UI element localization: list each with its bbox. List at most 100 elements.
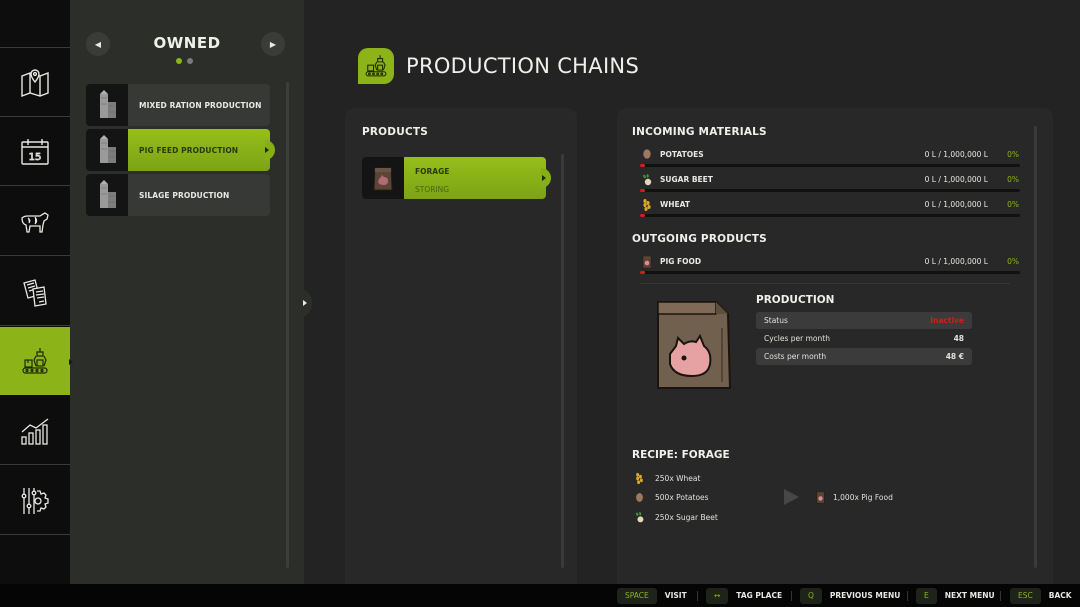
divider (640, 283, 1010, 284)
material-amount: 0 L / 1,000,000 L (924, 257, 988, 266)
product-state: STORING (415, 185, 450, 194)
recipe-output-pig-food: 1,000x Pig Food (814, 491, 893, 504)
products-scrollbar[interactable] (561, 154, 564, 568)
material-percent: 0% (1007, 257, 1019, 266)
svg-text:15: 15 (29, 152, 42, 163)
silo-icon (86, 84, 128, 126)
cycles-value: 48 (953, 334, 964, 343)
sugar-beet-icon (635, 511, 644, 523)
hint-label: NEXT MENU (944, 591, 995, 600)
info-label: Costs per month (764, 352, 827, 361)
material-amount: 0 L / 1,000,000 L (924, 200, 988, 209)
rail-item-calendar[interactable]: 15 (0, 118, 70, 186)
recipe-input-potatoes: 500x Potatoes (633, 491, 709, 504)
material-percent: 0% (1007, 175, 1019, 184)
selected-arrow-icon (265, 147, 269, 153)
fill-level-bar-fill (640, 214, 645, 217)
material-name: SUGAR BEET (660, 175, 713, 184)
documents-icon (23, 278, 47, 307)
silo-icon (86, 129, 128, 171)
page-indicator (176, 58, 193, 64)
incoming-heading: INCOMING MATERIALS (632, 126, 767, 138)
map-icon (21, 68, 49, 97)
list-item-silage[interactable]: SILAGE PRODUCTION (86, 174, 270, 216)
fill-level-bar (640, 189, 1020, 192)
fill-level-bar-fill (640, 164, 645, 167)
material-percent: 0% (1007, 200, 1019, 209)
page-dot-2[interactable] (187, 58, 193, 64)
list-item-label: SILAGE PRODUCTION (128, 174, 270, 216)
rail-item-animals[interactable] (0, 188, 70, 256)
costs-value: 48 € (945, 352, 964, 361)
recipe-input-label: 500x Potatoes (655, 493, 709, 502)
fill-level-bar-fill (640, 189, 645, 192)
hint-visit[interactable]: SPACE VISIT (617, 587, 687, 604)
silo-icon (86, 174, 128, 216)
products-heading: PRODUCTS (362, 126, 428, 138)
material-row-potatoes: POTATOES 0 L / 1,000,000 L 0% (640, 148, 1020, 170)
settings-icon (21, 487, 49, 514)
hint-label: BACK (1048, 591, 1072, 600)
rail-item-map[interactable] (0, 49, 70, 117)
status-value: Inactive (930, 316, 964, 325)
material-amount: 0 L / 1,000,000 L (924, 175, 988, 184)
hint-divider (697, 591, 698, 601)
key-esc: ESC (1010, 587, 1041, 604)
info-row-costs: Costs per month 48 € (756, 348, 972, 365)
production-list-panel: ◀ OWNED ▶ MIXED RATION PRODUCTION PIG FE… (70, 0, 304, 584)
product-name: FORAGE (415, 167, 450, 176)
rail-item-statistics[interactable] (0, 397, 70, 465)
recipe-input-label: 250x Wheat (655, 474, 701, 483)
statistics-icon (21, 417, 49, 445)
rail-item-contracts[interactable] (0, 258, 70, 326)
recipe-input-wheat: 250x Wheat (633, 472, 700, 485)
rail-item-settings[interactable] (0, 467, 70, 535)
details-scrollbar[interactable] (1034, 126, 1037, 568)
list-item-label: MIXED RATION PRODUCTION (128, 84, 270, 126)
fill-level-bar (640, 214, 1020, 217)
material-amount: 0 L / 1,000,000 L (924, 150, 988, 159)
material-name: WHEAT (660, 200, 691, 209)
next-page-button[interactable]: ▶ (261, 32, 285, 56)
outgoing-heading: OUTGOING PRODUCTS (632, 233, 767, 245)
wheat-icon (636, 472, 643, 485)
cow-icon (21, 211, 49, 233)
list-item-label: PIG FEED PRODUCTION (128, 129, 275, 171)
hint-label: VISIT (664, 591, 687, 600)
list-item-label-text: PIG FEED PRODUCTION (139, 145, 239, 155)
pig-food-bag-image (657, 301, 732, 389)
product-item-forage[interactable]: FORAGE STORING (362, 157, 551, 199)
rail-item-production[interactable] (0, 327, 76, 395)
list-item-pig-feed[interactable]: PIG FEED PRODUCTION (86, 129, 275, 171)
list-item-mixed-ration[interactable]: MIXED RATION PRODUCTION (86, 84, 270, 126)
info-label: Status (764, 316, 788, 325)
rail-spacer (0, 0, 70, 48)
list-scrollbar[interactable] (286, 82, 289, 568)
page-icon (358, 48, 394, 84)
pig-food-icon (642, 255, 652, 269)
recipe-input-label: 250x Sugar Beet (655, 513, 718, 522)
chevron-right-icon (303, 300, 307, 306)
page-title: PRODUCTION CHAINS (406, 54, 640, 78)
fill-level-bar-fill (640, 271, 645, 274)
hint-divider (1000, 591, 1001, 601)
hint-tag-place[interactable]: ↔ TAG PLACE (706, 587, 782, 604)
product-label: FORAGE STORING (404, 157, 551, 199)
potato-icon (642, 148, 652, 160)
info-row-cycles: Cycles per month 48 (756, 330, 972, 347)
hint-previous-menu[interactable]: Q PREVIOUS MENU (800, 587, 900, 604)
key-q: Q (800, 587, 822, 604)
material-name: PIG FOOD (660, 257, 702, 266)
key-arrows: ↔ (706, 587, 729, 604)
material-row-sugar-beet: SUGAR BEET 0 L / 1,000,000 L 0% (640, 173, 1020, 195)
recipe-input-sugar-beet: 250x Sugar Beet (633, 511, 718, 524)
pig-food-icon (816, 491, 825, 504)
hint-back[interactable]: ESC BACK (1010, 587, 1072, 604)
page-dot-1[interactable] (176, 58, 182, 64)
hint-next-menu[interactable]: E NEXT MENU (916, 587, 995, 604)
material-row-pig-food: PIG FOOD 0 L / 1,000,000 L 0% (640, 255, 1020, 277)
calendar-icon: 15 (21, 138, 49, 165)
wheat-icon (643, 199, 651, 211)
material-percent: 0% (1007, 150, 1019, 159)
hint-divider (907, 591, 908, 601)
